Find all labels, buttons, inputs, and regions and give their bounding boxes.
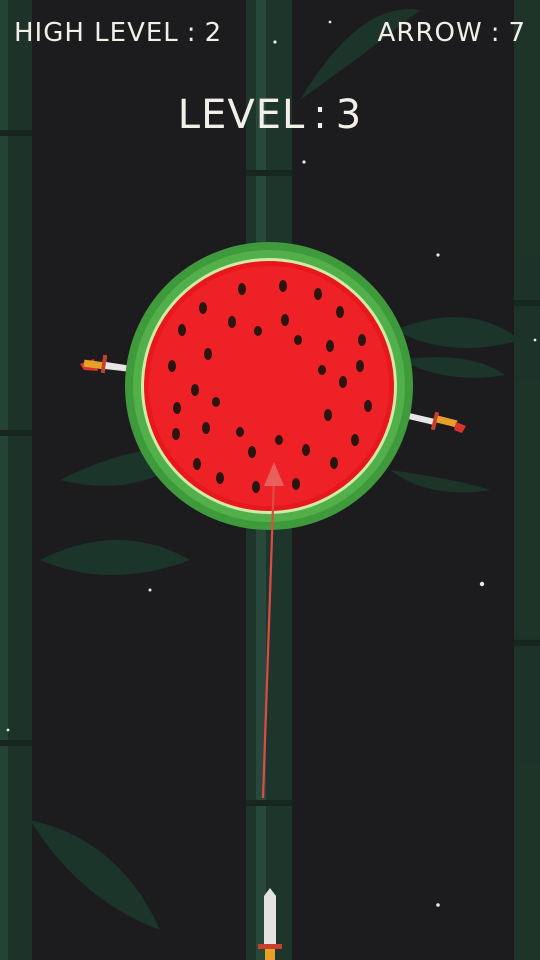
stuck-knife-right	[404, 411, 466, 433]
stuck-knife-left	[80, 354, 132, 374]
arrow-separator: :	[490, 18, 501, 48]
high-level-label: HIGH LEVEL	[14, 18, 179, 48]
arrow-label: ARROW	[377, 18, 483, 48]
level-separator: :	[313, 92, 328, 138]
high-level-value: 2	[204, 18, 223, 48]
watermelon-target[interactable]	[125, 242, 413, 530]
level-value: 3	[335, 92, 363, 138]
arrow-count-indicator: ARROW:7	[378, 18, 526, 48]
arrow-value: 7	[508, 18, 526, 48]
game-scene[interactable]	[0, 0, 540, 960]
high-level-separator: :	[186, 18, 197, 48]
high-level-indicator: HIGH LEVEL:2	[14, 18, 222, 48]
current-level-indicator: LEVEL:3	[0, 92, 540, 138]
level-label: LEVEL	[177, 92, 306, 138]
